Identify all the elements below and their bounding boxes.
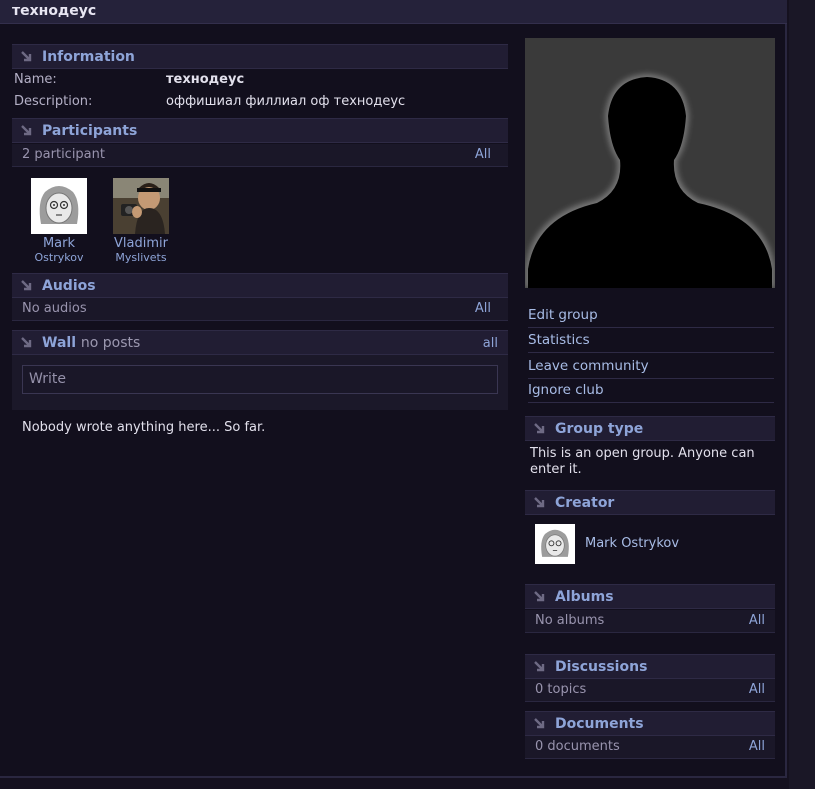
silhouette-avatar-icon [525, 74, 775, 288]
title-bar: технодеус [0, 0, 787, 24]
name-value: технодеус [166, 72, 245, 87]
member-first-name[interactable]: Mark [21, 236, 97, 251]
edit-group-link[interactable]: Edit group [528, 304, 774, 328]
information-title: Information [42, 49, 135, 65]
wall-write-input[interactable]: Write [22, 365, 498, 394]
arrow-icon [534, 423, 545, 434]
description-value: оффишиал филлиал оф технодеус [166, 94, 406, 109]
group-type-header: Group type [525, 416, 775, 441]
albums-header: Albums [525, 584, 775, 609]
member-last-name[interactable]: Ostrykov [21, 251, 97, 264]
arrow-icon [21, 280, 32, 291]
discussions-header: Discussions [525, 654, 775, 679]
arrow-icon [534, 718, 545, 729]
ignore-club-link[interactable]: Ignore club [528, 379, 774, 403]
wall-empty-message: Nobody wrote anything here... So far. [22, 420, 266, 435]
member-first-name[interactable]: Vladimir [103, 236, 179, 251]
wall-all-link[interactable]: all [483, 336, 498, 351]
creator-name-link[interactable]: Mark Ostrykov [585, 536, 679, 551]
albums-title: Albums [555, 589, 614, 605]
group-type-text: This is an open group. Anyone can enter … [530, 446, 755, 477]
member-last-name[interactable]: Myslivets [103, 251, 179, 264]
documents-all-link[interactable]: All [749, 739, 765, 754]
audios-status: No audios [22, 301, 87, 316]
page-container: технодеус Information Name: технодеус De… [0, 0, 787, 778]
arrow-icon [21, 125, 32, 136]
audios-row: No audios All [12, 298, 508, 321]
wall-title: Wall no posts [42, 335, 140, 351]
ignore-club-label[interactable]: Ignore club [528, 382, 604, 398]
arrow-icon [534, 497, 545, 508]
albums-status: No albums [535, 613, 605, 628]
information-header: Information [12, 44, 508, 69]
participants-title: Participants [42, 123, 138, 139]
edit-group-label[interactable]: Edit group [528, 307, 598, 323]
sketch-face-avatar[interactable] [31, 178, 87, 234]
arrow-icon [21, 337, 32, 348]
albums-all-link[interactable]: All [749, 613, 765, 628]
statistics-link[interactable]: Statistics [528, 329, 774, 353]
description-label: Description: [14, 94, 93, 109]
participants-header: Participants [12, 118, 508, 143]
audios-all-link[interactable]: All [475, 301, 491, 316]
arrow-icon [534, 591, 545, 602]
documents-row: 0 documents All [525, 736, 775, 759]
page-margin [789, 0, 815, 789]
name-label: Name: [14, 72, 57, 87]
page-title: технодеус [12, 3, 97, 19]
discussions-status: 0 topics [535, 682, 587, 697]
group-avatar [525, 38, 775, 288]
group-type-title: Group type [555, 421, 644, 437]
creator-header: Creator [525, 490, 775, 515]
discussions-row: 0 topics All [525, 679, 775, 702]
wall-title-text: Wall [42, 335, 76, 351]
statistics-label[interactable]: Statistics [528, 332, 590, 348]
arrow-icon [534, 661, 545, 672]
wall-subtitle: no posts [80, 335, 141, 351]
participants-count: 2 participant [22, 147, 105, 162]
member-card[interactable]: Vladimir Myslivets [103, 178, 179, 264]
leave-community-label[interactable]: Leave community [528, 358, 649, 374]
albums-row: No albums All [525, 610, 775, 633]
participants-count-row: 2 participant All [12, 144, 508, 167]
creator-avatar[interactable] [535, 524, 575, 564]
photo-avatar[interactable] [113, 178, 169, 234]
wall-header: Wall no posts all [12, 330, 508, 355]
documents-header: Documents [525, 711, 775, 736]
audios-title: Audios [42, 278, 96, 294]
documents-status: 0 documents [535, 739, 620, 754]
creator-title: Creator [555, 495, 615, 511]
discussions-all-link[interactable]: All [749, 682, 765, 697]
discussions-title: Discussions [555, 659, 648, 675]
documents-title: Documents [555, 716, 644, 732]
leave-community-link[interactable]: Leave community [528, 355, 774, 379]
member-card[interactable]: Mark Ostrykov [21, 178, 97, 264]
arrow-icon [21, 51, 32, 62]
participants-all-link[interactable]: All [475, 147, 491, 162]
audios-header: Audios [12, 273, 508, 298]
